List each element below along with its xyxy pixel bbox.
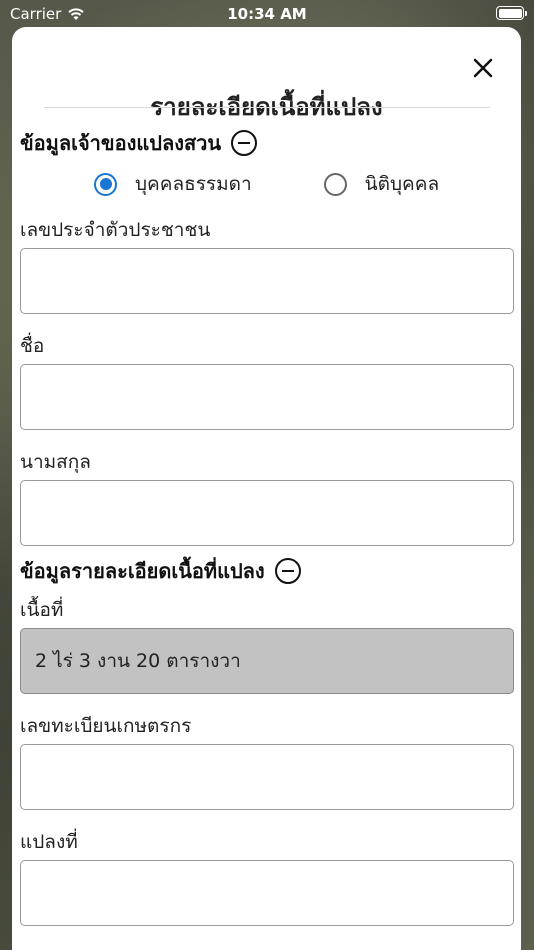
id-number-label: เลขประจำตัวประชาชน [20,219,211,241]
radio-juristic-label: นิติบุคคล [364,173,440,195]
farmer-reg-input[interactable] [20,744,514,810]
first-name-input[interactable] [20,364,514,430]
status-bar: Carrier 10:34 AM [0,0,534,28]
last-name-input[interactable] [20,480,514,546]
area-field [20,628,514,694]
radio-individual-label: บุคคลธรรมดา [135,173,252,195]
radio-checked-icon[interactable] [94,172,117,196]
owner-section-header: ข้อมูลเจ้าของแปลงสวน [20,127,258,159]
owner-type-radio-group: บุคคลธรรมดา นิติบุคคล [94,169,439,199]
first-name-label: ชื่อ [20,335,45,357]
plot-section-title: ข้อมูลรายละเอียดเนื้อที่แปลง [20,559,265,583]
status-time: 10:34 AM [227,5,307,23]
radio-unchecked-icon[interactable] [323,172,347,196]
plot-no-label: แปลงที่ [20,831,78,853]
farmer-reg-label: เลขทะเบียนเกษตรกร [20,715,192,737]
area-label: เนื้อที่ [20,599,64,621]
plot-section-header: ข้อมูลรายละเอียดเนื้อที่แปลง [20,555,301,587]
radio-individual[interactable]: บุคคลธรรมดา [94,169,252,199]
last-name-label: นามสกุล [20,451,91,473]
plot-detail-sheet: รายละเอียดเนื้อที่แปลง ข้อมูลเจ้าของแปลง… [12,27,521,950]
collapse-owner-icon[interactable] [231,130,258,156]
close-icon[interactable] [468,53,498,83]
title-divider [44,107,490,108]
owner-section-title: ข้อมูลเจ้าของแปลงสวน [20,131,222,155]
id-number-input[interactable] [20,248,514,314]
radio-juristic-person[interactable]: นิติบุคคล [323,169,440,199]
battery-icon [496,6,527,20]
collapse-plot-icon[interactable] [274,558,301,584]
plot-no-input[interactable] [20,860,514,926]
